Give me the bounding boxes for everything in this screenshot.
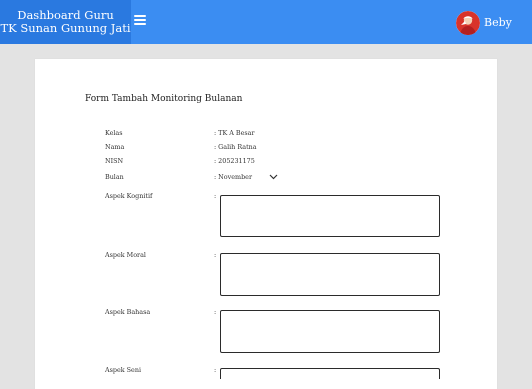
label-nisn: NISN bbox=[105, 157, 124, 165]
textarea-aspek-seni[interactable] bbox=[220, 368, 440, 379]
brand[interactable]: Dashboard Guru TK Sunan Gunung Jati bbox=[0, 0, 131, 44]
label-nama: Nama bbox=[105, 143, 125, 151]
label-aspek-moral: Aspek Moral bbox=[105, 251, 146, 259]
top-navbar: Dashboard Guru TK Sunan Gunung Jati Beby bbox=[0, 0, 532, 44]
label-aspek-bahasa: Aspek Bahasa bbox=[105, 308, 151, 316]
colon-aspek-bahasa: : bbox=[214, 308, 217, 316]
textarea-aspek-kognitif[interactable] bbox=[220, 195, 440, 237]
colon-aspek-kognitif: : bbox=[214, 192, 217, 200]
username[interactable]: Beby bbox=[484, 16, 512, 29]
avatar[interactable] bbox=[456, 11, 480, 35]
value-nama: : Galih Ratna bbox=[214, 143, 257, 151]
form-title: Form Tambah Monitoring Bulanan bbox=[85, 94, 243, 104]
bulan-select[interactable]: : November bbox=[214, 173, 252, 181]
label-aspek-kognitif: Aspek Kognitif bbox=[105, 192, 153, 200]
value-kelas: : TK A Besar bbox=[214, 129, 255, 137]
label-kelas: Kelas bbox=[105, 129, 123, 137]
textarea-aspek-moral[interactable] bbox=[220, 253, 440, 296]
textarea-aspek-bahasa[interactable] bbox=[220, 310, 440, 353]
chevron-down-icon[interactable] bbox=[269, 174, 278, 180]
colon-aspek-seni: : bbox=[214, 366, 217, 374]
label-bulan: Bulan bbox=[105, 173, 124, 181]
brand-subtitle: TK Sunan Gunung Jati bbox=[0, 21, 131, 35]
hamburger-menu-icon[interactable] bbox=[134, 15, 146, 25]
colon-aspek-moral: : bbox=[214, 251, 217, 259]
user-avatar-icon bbox=[456, 11, 480, 35]
label-aspek-seni: Aspek Seni bbox=[105, 366, 141, 374]
value-nisn: : 205231175 bbox=[214, 157, 255, 165]
